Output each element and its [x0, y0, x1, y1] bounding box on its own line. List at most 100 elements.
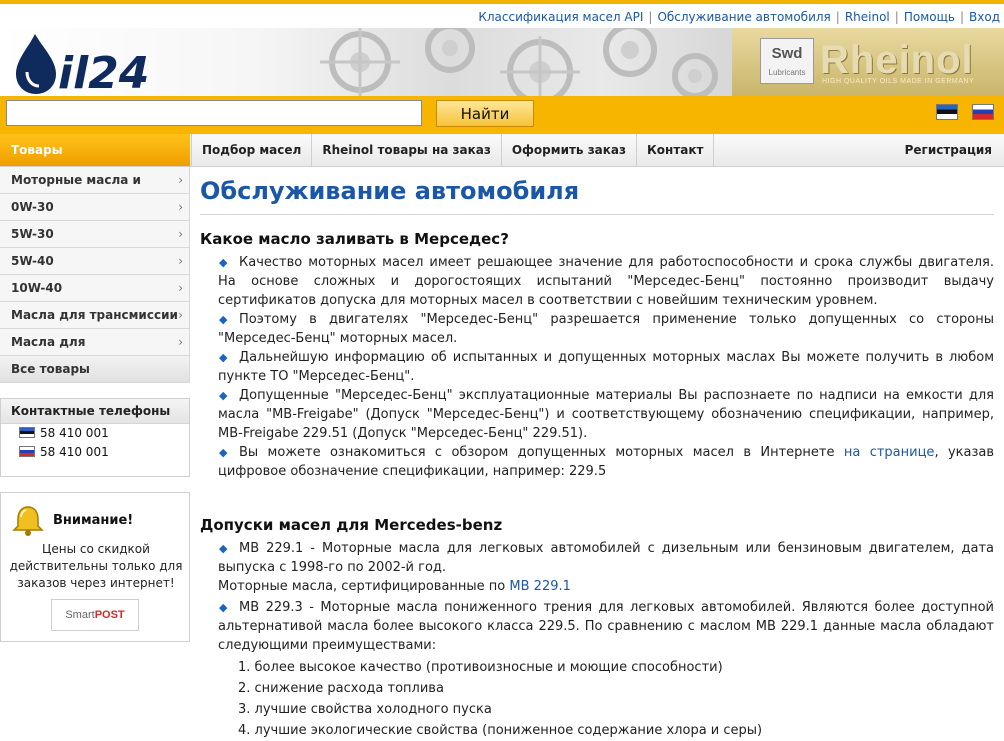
- overview-text-before: Вы можете ознакомиться с обзором допущен…: [239, 445, 844, 460]
- phone-number: 58 410 001: [40, 445, 109, 459]
- diamond-bullet-icon: ◆: [219, 389, 228, 402]
- search-button[interactable]: Найти: [436, 100, 534, 127]
- phone-row-estonia: 58 410 001: [1, 424, 189, 443]
- list-item: ◆ Качество моторных масел имеет решающее …: [200, 253, 994, 310]
- certified-text: Моторные масла, сертифицированные по: [218, 579, 510, 594]
- nav-register[interactable]: Регистрация: [905, 134, 992, 166]
- sidebar-item-label: Все товары: [11, 362, 90, 376]
- top-link-help[interactable]: Помощь: [904, 10, 955, 24]
- contacts-box: Контактные телефоны 58 410 001 58 410 00…: [0, 398, 190, 477]
- list-item-text: Допущенные "Мерседес-Бенц" эксплуатацион…: [218, 388, 994, 441]
- list-item-text: Качество моторных масел имеет решающее з…: [218, 255, 994, 308]
- nav-category-products[interactable]: Товары: [0, 134, 190, 166]
- sidebar-item-all-products[interactable]: Все товары: [0, 356, 190, 383]
- list-item: ◆ Дальнейшую информацию об испытанных и д…: [200, 348, 994, 386]
- mb2291-link[interactable]: MB 229.1: [509, 579, 570, 594]
- diamond-bullet-icon: ◆: [219, 446, 228, 459]
- top-link-separator: |: [648, 10, 653, 24]
- overview-page-link[interactable]: на странице: [844, 445, 935, 460]
- notice-text: Цены со скидкой действительны только для…: [9, 542, 183, 590]
- smartpost-logo[interactable]: SmartPOST: [51, 599, 139, 631]
- phone-row-russia: 58 410 001: [1, 443, 189, 462]
- search-input[interactable]: [6, 100, 422, 126]
- list-item: ◆ Допущенные "Мерседес-Бенц" эксплуатацио…: [200, 386, 994, 443]
- nav-items: Подбор масел Rheinol товары на заказ Офо…: [191, 134, 715, 166]
- estonian-flag-icon: [19, 427, 35, 438]
- approvals-list-2: ◆ MB 229.3 - Моторные масла пониженного т…: [200, 598, 994, 655]
- sidebar-item-0w30[interactable]: 0W-30 ›: [0, 194, 190, 221]
- list-item-text: Поэтому в двигателях "Мерседес-Бенц" раз…: [218, 312, 994, 346]
- language-estonian-flag-icon[interactable]: [936, 104, 958, 120]
- search-bar: Найти: [0, 96, 1004, 134]
- top-link-rheinol[interactable]: Rheinol: [845, 10, 890, 24]
- section-title-which-oil: Какое масло заливать в Мерседес?: [200, 230, 509, 248]
- diamond-bullet-icon: ◆: [219, 313, 228, 326]
- notice-title: Внимание!: [53, 513, 134, 528]
- nav-checkout[interactable]: Оформить заказ: [502, 134, 637, 166]
- sidebar-item-transmission[interactable]: Масла для трансмиссии ›: [0, 302, 190, 329]
- sidebar-item-label: Масла для трансмиссии: [11, 308, 178, 322]
- rheinol-tagline: HIGH QUALITY OILS MADE IN GERMANY: [822, 78, 975, 85]
- sidebar-item-automatic[interactable]: Масла для автоматической›: [0, 329, 190, 375]
- main-navigation: Товары Подбор масел Rheinol товары на за…: [0, 134, 1004, 167]
- chevron-right-icon: ›: [178, 308, 183, 322]
- chevron-right-icon: ›: [178, 254, 183, 268]
- sidebar-item-10w40[interactable]: 10W-40 ›: [0, 275, 190, 302]
- chevron-right-icon: ›: [178, 281, 183, 295]
- sidebar-item-label: 10W-40: [11, 281, 63, 295]
- mb2291-certified-line: Моторные масла, сертифицированные по MB …: [200, 577, 994, 596]
- diamond-bullet-icon: ◆: [219, 351, 228, 364]
- list-item-text: MB 229.3 - Моторные масла пониженного тр…: [218, 600, 994, 653]
- list-item: ◆ Вы можете ознакомиться с обзором допуще…: [200, 443, 994, 481]
- contacts-title: Контактные телефоны: [1, 399, 189, 424]
- list-item-text: Вы можете ознакомиться с обзором допущен…: [218, 443, 994, 481]
- notice-box: Внимание! Цены со скидкой действительны …: [0, 492, 190, 642]
- sidebar-item-5w40[interactable]: 5W-40 ›: [0, 248, 190, 275]
- list-item: ◆ MB 229.1 - Моторные масла для легковых …: [200, 539, 994, 577]
- nav-rheinol-order[interactable]: Rheinol товары на заказ: [312, 134, 502, 166]
- top-accent-line: [0, 0, 1004, 4]
- chevron-right-icon: ›: [178, 227, 183, 241]
- advantages-list: 1. более высокое качество (противоизносн…: [200, 657, 994, 741]
- nav-oil-selection[interactable]: Подбор масел: [191, 134, 313, 166]
- diamond-bullet-icon: ◆: [219, 601, 228, 614]
- top-link-separator: |: [959, 10, 965, 24]
- section-title-approvals: Допуски масел для Mercedes-benz: [200, 516, 503, 534]
- top-link-separator: |: [894, 10, 899, 24]
- smartpost-post-text: POST: [94, 609, 125, 621]
- sidebar-item-label: 5W-30: [11, 227, 54, 241]
- top-link-login[interactable]: Вход: [969, 10, 1000, 24]
- sidebar-categories: Моторные масла и смазки› 0W-30 › 5W-30 › 5…: [0, 167, 190, 383]
- top-link-separator: |: [835, 10, 840, 24]
- diamond-bullet-icon: ◆: [219, 256, 228, 269]
- advantage-item: 2. снижение расхода топлива: [238, 681, 444, 696]
- swd-logo: Swd Lubricants: [760, 38, 814, 84]
- language-russian-flag-icon[interactable]: [972, 104, 994, 120]
- gears-background-image: [320, 28, 718, 96]
- main-content: Обслуживание автомобиля Какое масло зали…: [200, 168, 994, 741]
- swd-logo-text: Swd: [771, 45, 803, 62]
- page-title: Обслуживание автомобиля: [200, 174, 994, 215]
- logo-text: il24: [58, 48, 149, 96]
- list-item: ◆ MB 229.3 - Моторные масла пониженного т…: [200, 598, 994, 655]
- top-link-car-service[interactable]: Обслуживание автомобиля: [657, 10, 830, 24]
- which-oil-list: ◆ Качество моторных масел имеет решающее …: [200, 253, 994, 481]
- chevron-right-icon: ›: [178, 335, 183, 349]
- top-link-api[interactable]: Классификация масел API: [478, 10, 643, 24]
- approvals-list: ◆ MB 229.1 - Моторные масла для легковых …: [200, 539, 994, 577]
- swd-logo-subtext: Lubricants: [768, 68, 806, 77]
- rheinol-logo-text: Rheinol: [820, 38, 974, 82]
- russian-flag-icon: [19, 446, 35, 457]
- bell-icon: [12, 506, 44, 536]
- sidebar-item-motor-oils[interactable]: Моторные масла и смазки›: [0, 167, 190, 213]
- oil24-logo[interactable]: il24: [10, 30, 160, 96]
- advantage-item: 1. более высокое качество (противоизносн…: [238, 660, 723, 675]
- list-item-text: MB 229.1 - Моторные масла для легковых а…: [218, 541, 994, 575]
- sidebar-item-5w30[interactable]: 5W-30 ›: [0, 221, 190, 248]
- chevron-right-icon: ›: [178, 173, 183, 187]
- nav-contact[interactable]: Контакт: [637, 134, 715, 166]
- advantage-item: 3. лучшие свойства холодного пуска: [238, 702, 492, 717]
- smartpost-text: Smart: [65, 609, 95, 621]
- sidebar-item-label: 5W-40: [11, 254, 54, 268]
- list-item: ◆ Поэтому в двигателях "Мерседес-Бенц" ра…: [200, 310, 994, 348]
